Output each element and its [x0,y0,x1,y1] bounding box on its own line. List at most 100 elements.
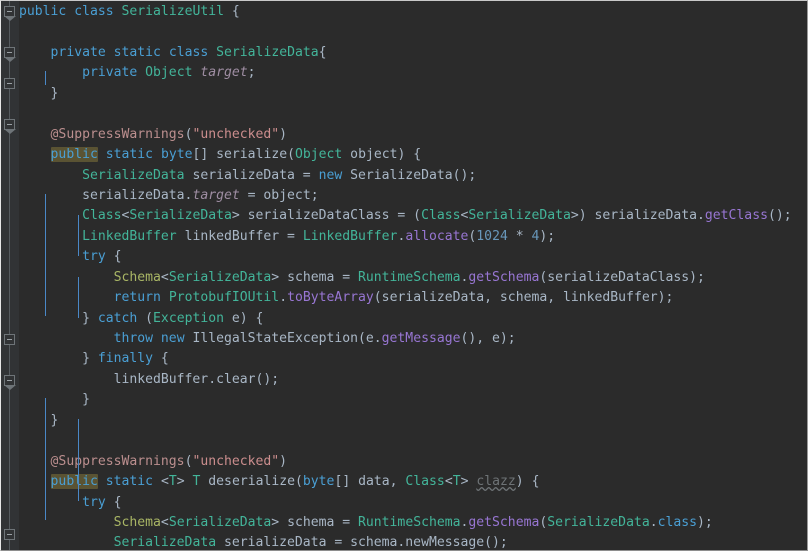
indent-guide [45,71,46,85]
code-line[interactable]: serializeData.target = object; [19,186,807,206]
code-token: byte [160,147,193,163]
code-line[interactable]: @SuppressWarnings("unchecked") [19,452,807,472]
code-line[interactable]: try { [19,247,807,267]
code-token: < [444,474,453,490]
code-line[interactable] [19,22,807,42]
code-token: class [168,44,209,60]
code-line[interactable]: @SuppressWarnings("unchecked") [19,125,807,145]
fold-toggle-icon[interactable] [4,334,15,345]
code-area[interactable]: public class SerializeUtil { private sta… [19,1,807,550]
code-line[interactable]: throw new IllegalStateException(e.getMes… [19,329,807,349]
code-token: . [279,290,288,306]
code-token: new [160,331,185,346]
code-line[interactable]: public static byte[] serialize(Object ob… [19,145,807,165]
code-token: clazz [476,474,516,490]
fold-toggle-icon[interactable] [4,78,15,89]
code-line[interactable]: } [19,411,807,431]
code-token: LinkedBuffer [82,228,177,244]
code-token: public [50,474,98,490]
code-token: static [105,147,154,163]
code-token: serializeData = schema. [216,535,406,550]
code-token: } [19,392,90,408]
code-line[interactable]: Schema<SerializeData> schema = RuntimeSc… [19,268,807,288]
code-token: SerializeData [216,44,319,60]
code-line[interactable]: private Object target; [19,63,807,83]
code-token: } [19,85,59,101]
source-code-text[interactable]: public class SerializeUtil { private sta… [19,1,807,550]
code-token: } [19,351,98,367]
code-token: catch [97,310,138,326]
code-token: SerializeData [547,514,650,530]
code-line[interactable]: public static <T> T deserialize(byte[] d… [19,472,807,492]
code-token: . [649,514,658,530]
code-token: ); [697,514,713,530]
code-token: ProtobufIOUtil [168,290,280,306]
code-token: { [105,494,122,510]
code-line[interactable]: public class SerializeUtil { [19,2,807,22]
code-line[interactable]: SerializeData serializeData = schema.new… [19,533,807,550]
fold-toggle-icon[interactable] [4,375,16,390]
fold-toggle-icon[interactable] [4,119,16,134]
code-token: finally [97,351,154,367]
code-line[interactable]: return ProtobufIOUtil.toByteArray(serial… [19,288,807,308]
fold-toggle-icon[interactable] [4,47,16,62]
code-token: (); [484,535,508,550]
code-token: [] serialize( [192,147,295,163]
code-token: } [19,412,59,428]
code-token: (serializeDataClass); [539,269,705,285]
code-token: class [657,514,698,530]
code-line[interactable]: Schema<SerializeData> schema = RuntimeSc… [19,513,807,533]
code-line[interactable]: SerializeData serializeData = new Serial… [19,166,807,186]
code-token: IllegalStateException(e. [184,331,382,346]
code-line[interactable] [19,104,807,124]
fold-toggle-icon[interactable] [4,529,15,540]
code-token: SerializeData [113,535,217,550]
code-token: object) { [342,147,422,163]
code-token: T [452,474,461,490]
code-token: SerializeData [129,208,232,224]
code-token: "unchecked" [192,453,280,469]
code-token: { [318,44,327,60]
code-folding-gutter[interactable] [1,1,19,550]
code-line[interactable]: private static class SerializeData{ [19,43,807,63]
code-line[interactable]: linkedBuffer.clear(); [19,370,807,390]
code-token: > [460,474,477,490]
code-line[interactable]: } finally { [19,349,807,369]
code-token: > serializeDataClass = ( [231,208,422,224]
code-token: > schema = [271,269,359,285]
code-line[interactable]: Class<SerializeData> serializeDataClass … [19,206,807,226]
code-token: SerializeData [168,269,272,285]
code-token: try [82,494,106,510]
code-editor-window: public class SerializeUtil { private sta… [0,0,808,551]
code-token: Object [145,65,193,81]
code-token: public [19,4,67,19]
code-line[interactable]: try { [19,493,807,513]
code-token: ) [279,126,288,142]
code-token: Schema [113,514,161,530]
code-token: SerializeData [350,167,453,183]
code-line[interactable]: } [19,390,807,410]
code-token: Schema [113,269,161,285]
code-line[interactable]: } catch (Exception e) { [19,309,807,329]
code-token: Object [294,147,343,163]
indent-guide [78,215,79,256]
code-line[interactable]: } [19,84,807,104]
code-token: @SuppressWarnings [50,126,185,142]
code-token: static [105,474,154,490]
code-line[interactable]: LinkedBuffer linkedBuffer = LinkedBuffer… [19,227,807,247]
code-token: (), e); [460,331,516,346]
code-token: < [160,514,169,530]
code-token: byte [302,474,335,490]
code-line[interactable] [19,431,807,451]
code-token: getClass [704,208,768,224]
fold-toggle-icon[interactable] [4,6,16,21]
